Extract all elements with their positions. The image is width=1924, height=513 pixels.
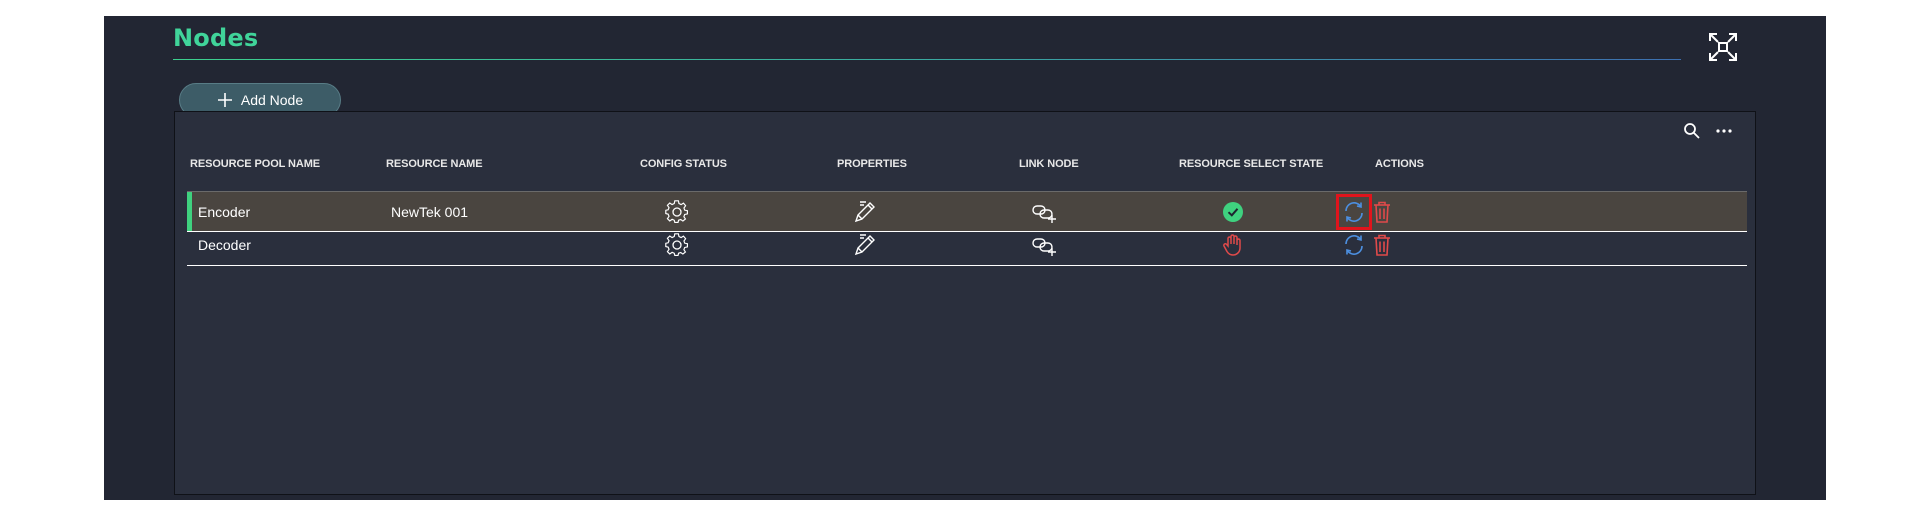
search-icon[interactable]: [1683, 122, 1701, 140]
refresh-icon[interactable]: [1341, 232, 1367, 258]
gear-icon[interactable]: [664, 232, 690, 258]
cell-pool-name: Decoder: [198, 237, 251, 253]
pencil-icon[interactable]: [852, 232, 878, 258]
check-circle-icon: [1223, 202, 1243, 222]
pencil-icon[interactable]: [852, 199, 878, 225]
nodes-page: Nodes Add Node RESOURCE POOL NAME RESOUR…: [104, 16, 1826, 500]
add-node-label: Add Node: [240, 92, 304, 108]
header-actions: ACTIONS: [1375, 158, 1424, 170]
nodes-table: RESOURCE POOL NAME RESOURCE NAME CONFIG …: [174, 111, 1756, 495]
header-link-node[interactable]: LINK NODE: [1019, 158, 1079, 170]
expand-icon: [1709, 33, 1737, 61]
title-underline: [173, 59, 1681, 60]
plus-icon: [217, 93, 232, 107]
page-title: Nodes: [173, 24, 259, 52]
link-icon[interactable]: [1031, 199, 1057, 225]
cell-resource-name: NewTek 001: [391, 204, 469, 220]
link-icon[interactable]: [1031, 232, 1057, 258]
gear-icon[interactable]: [664, 199, 690, 225]
header-resource-pool-name[interactable]: RESOURCE POOL NAME: [190, 158, 320, 170]
hand-icon: [1223, 234, 1241, 256]
cell-pool-name: Encoder: [198, 204, 251, 220]
trash-icon[interactable]: [1369, 199, 1395, 225]
more-horizontal-icon[interactable]: [1715, 122, 1733, 140]
header-config-status[interactable]: CONFIG STATUS: [640, 158, 727, 170]
table-row[interactable]: Decoder: [187, 225, 1747, 266]
header-properties[interactable]: PROPERTIES: [837, 158, 907, 170]
refresh-icon[interactable]: [1341, 199, 1367, 225]
header-resource-name[interactable]: RESOURCE NAME: [386, 158, 483, 170]
trash-icon[interactable]: [1369, 232, 1395, 258]
fullscreen-button[interactable]: [1706, 30, 1740, 64]
header-resource-select-state[interactable]: RESOURCE SELECT STATE: [1179, 158, 1323, 170]
